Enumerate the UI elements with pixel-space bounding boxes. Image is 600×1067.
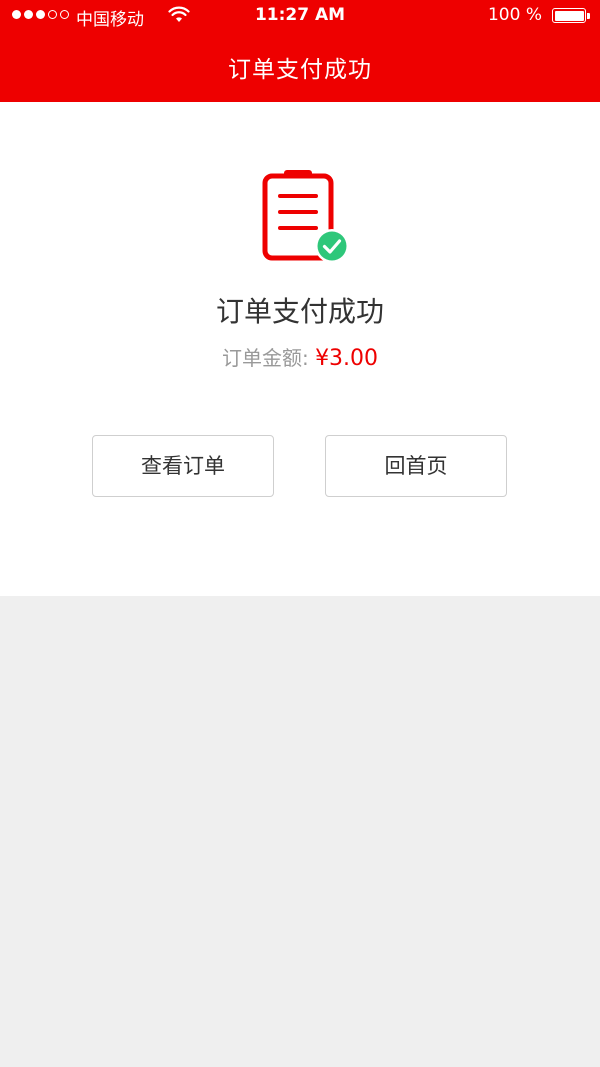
success-title: 订单支付成功	[215, 295, 384, 328]
battery-fill	[554, 10, 584, 21]
view-orders-button[interactable]: 查看订单	[92, 435, 274, 497]
order-success-icon	[262, 170, 352, 266]
order-amount-label: 订单金额:	[221, 346, 309, 370]
header: 中国移动 11:27 AM 100 % 订单支付成功	[0, 0, 600, 102]
page-title: 订单支付成功	[228, 57, 372, 83]
status-bar: 中国移动 11:27 AM 100 %	[0, 0, 600, 32]
battery-nub	[587, 12, 590, 19]
result-panel: 订单支付成功 订单金额: ¥3.00 查看订单 回首页	[0, 102, 600, 596]
screen: 中国移动 11:27 AM 100 % 订单支付成功 订单支付成功 订单金额: …	[0, 0, 600, 1067]
order-amount: 订单金额: ¥3.00	[0, 342, 600, 371]
battery-percentage: 100 %	[487, 5, 542, 25]
back-home-button[interactable]: 回首页	[325, 435, 507, 497]
order-amount-value: ¥3.00	[315, 346, 379, 371]
battery-icon	[552, 8, 590, 23]
